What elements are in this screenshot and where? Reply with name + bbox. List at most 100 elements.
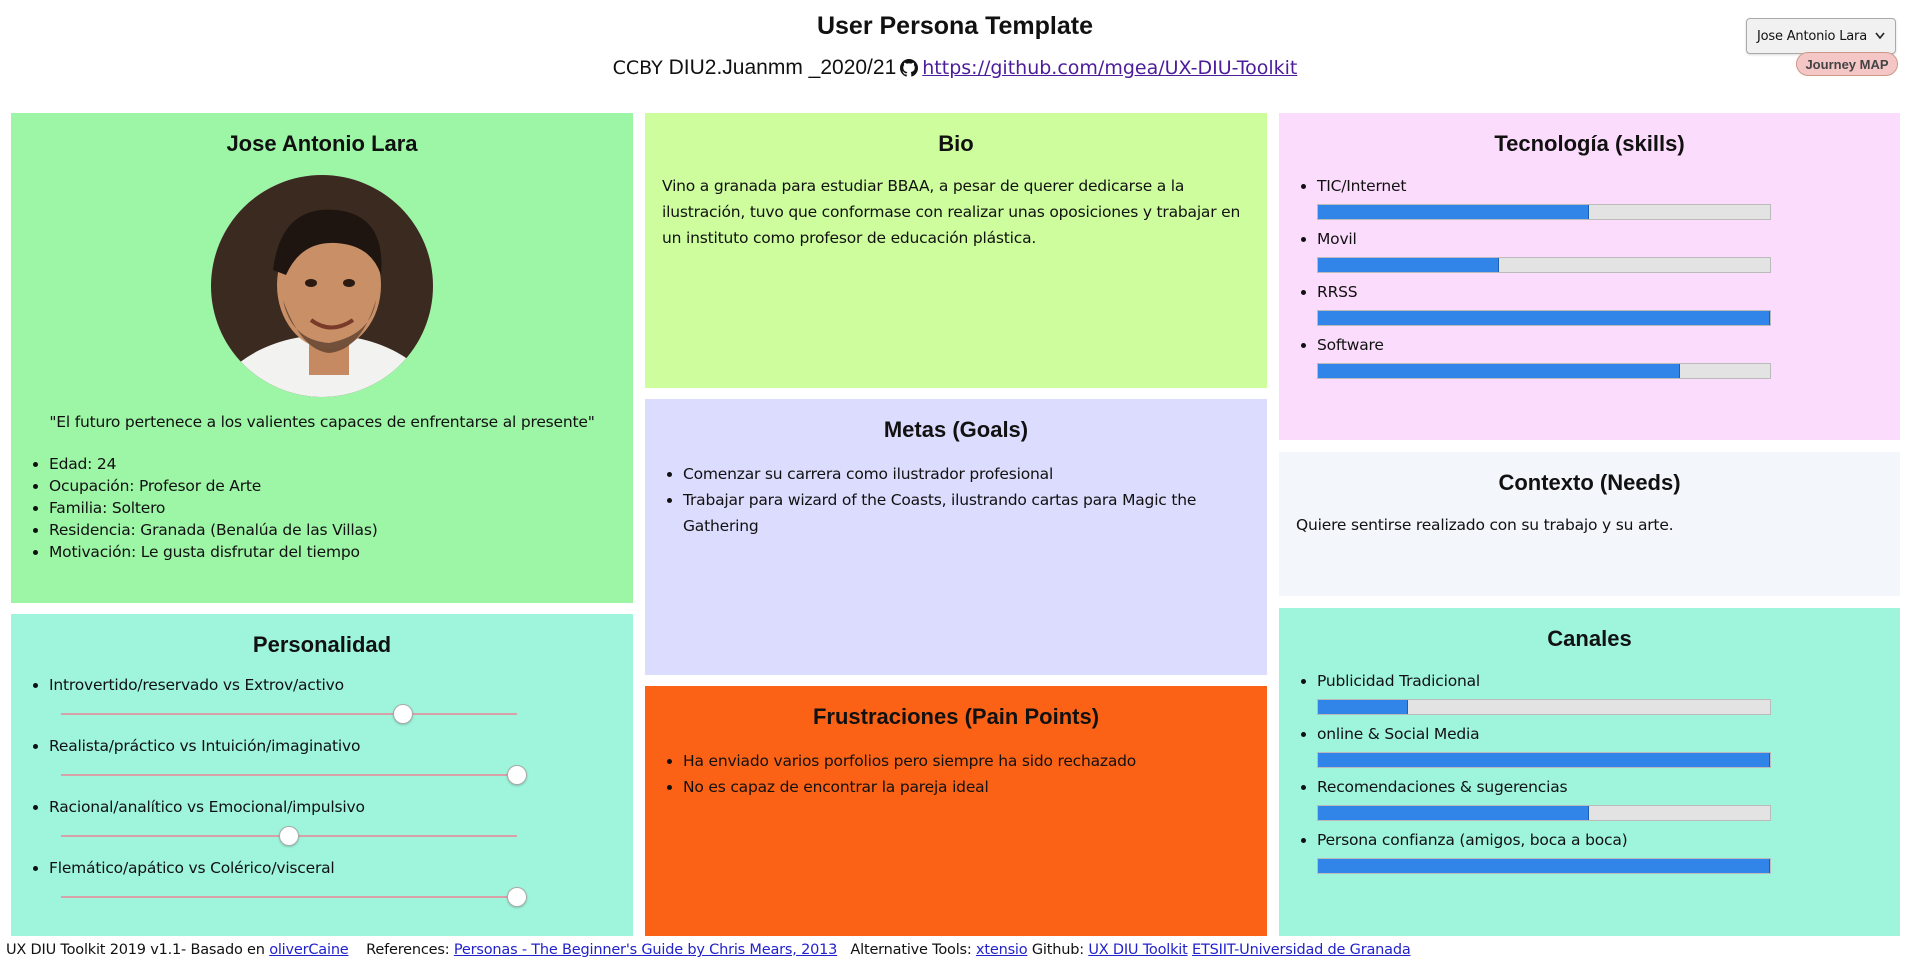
channel-progress-bar xyxy=(1317,858,1771,874)
trait-slider[interactable] xyxy=(61,826,517,846)
bio-card: Bio Vino a granada para estudiar BBAA, a… xyxy=(645,113,1267,388)
profile-card: Jose Antonio Lara "El futuro pertenece a… xyxy=(11,113,633,603)
skill-progress-fill xyxy=(1318,205,1590,219)
page-subtitle: CCBY DIU2.Juanmm _2020/21 https://github.… xyxy=(0,56,1910,83)
skill-label: TIC/Internet xyxy=(1317,177,1407,195)
footer-based-link[interactable]: oliverCaine xyxy=(269,942,349,958)
channel-progress-bar xyxy=(1317,752,1771,768)
chevron-down-icon xyxy=(1875,28,1885,44)
repo-link[interactable]: https://github.com/mgea/UX-DIU-Toolkit xyxy=(922,57,1297,79)
technology-title: Tecnología (skills) xyxy=(1494,131,1685,156)
trait-item: Introvertido/reservado vs Extrov/activo xyxy=(49,676,517,724)
goal-item: Trabajar para wizard of the Coasts, ilus… xyxy=(683,487,1243,539)
skill-item: RRSS xyxy=(1317,283,1771,336)
skill-label: Software xyxy=(1317,336,1384,354)
skill-item: Movil xyxy=(1317,230,1771,283)
channel-item: Publicidad Tradicional xyxy=(1317,672,1771,725)
trait-label: Introvertido/reservado vs Extrov/activo xyxy=(49,676,344,694)
skill-progress-bar xyxy=(1317,310,1771,326)
trait-label: Racional/analítico vs Emocional/impulsiv… xyxy=(49,798,365,816)
personality-card: Personalidad Introvertido/reservado vs E… xyxy=(11,614,633,936)
persona-name: Jose Antonio Lara xyxy=(226,131,418,156)
slider-thumb[interactable] xyxy=(507,765,527,785)
footer-alt-link[interactable]: xtensio xyxy=(976,942,1028,958)
skill-list: TIC/Internet Movil RRSS Software xyxy=(1317,177,1771,389)
skill-label: RRSS xyxy=(1317,283,1358,301)
trait-item: Realista/práctico vs Intuición/imaginati… xyxy=(49,737,527,785)
avatar xyxy=(211,175,433,397)
trait-slider[interactable] xyxy=(61,887,527,907)
profile-detail-motivation: Motivación: Le gusta disfrutar del tiemp… xyxy=(49,543,378,561)
channel-item: Recomendaciones & sugerencias xyxy=(1317,778,1771,831)
github-icon xyxy=(900,59,919,83)
course-label: DIU2.Juanmm _2020/21 xyxy=(668,56,897,79)
footer-github-label: Github: xyxy=(1031,942,1084,958)
goal-item: Comenzar su carrera como ilustrador prof… xyxy=(683,461,1243,487)
skill-progress-fill xyxy=(1318,311,1770,325)
channel-item: Persona confianza (amigos, boca a boca) xyxy=(1317,831,1771,884)
channels-title: Canales xyxy=(1547,626,1632,651)
channel-progress-fill xyxy=(1318,806,1590,820)
pain-points-title: Frustraciones (Pain Points) xyxy=(812,704,1100,729)
journey-map-button[interactable]: Journey MAP xyxy=(1796,52,1898,76)
footer-references-link[interactable]: Personas - The Beginner's Guide by Chris… xyxy=(454,942,838,958)
profile-detail-residence: Residencia: Granada (Benalúa de las Vill… xyxy=(49,521,378,539)
skill-progress-fill xyxy=(1318,364,1680,378)
slider-thumb[interactable] xyxy=(507,887,527,907)
footer-alt-label: Alternative Tools: xyxy=(850,942,972,958)
pain-points-card: Frustraciones (Pain Points) Ha enviado v… xyxy=(645,686,1267,936)
skill-progress-fill xyxy=(1318,258,1499,272)
slider-thumb[interactable] xyxy=(279,826,299,846)
trait-label: Realista/práctico vs Intuición/imaginati… xyxy=(49,737,361,755)
channel-progress-fill xyxy=(1318,753,1770,767)
skill-item: TIC/Internet xyxy=(1317,177,1771,230)
goals-title: Metas (Goals) xyxy=(883,417,1029,442)
context-card: Contexto (Needs) Quiere sentirse realiza… xyxy=(1279,452,1900,596)
channel-progress-bar xyxy=(1317,805,1771,821)
goals-list: Comenzar su carrera como ilustrador prof… xyxy=(683,461,1243,539)
footer-toolkit-text: UX DIU Toolkit 2019 v1.1- Basado en xyxy=(6,942,265,958)
channel-progress-fill xyxy=(1318,700,1409,714)
skill-progress-bar xyxy=(1317,257,1771,273)
technology-card: Tecnología (skills) TIC/Internet Movil R… xyxy=(1279,113,1900,440)
persona-select[interactable]: Jose Antonio Lara xyxy=(1746,18,1896,54)
channel-label: online & Social Media xyxy=(1317,725,1480,743)
channel-label: Recomendaciones & sugerencias xyxy=(1317,778,1568,796)
trait-item: Racional/analítico vs Emocional/impulsiv… xyxy=(49,798,517,846)
pain-points-list: Ha enviado varios porfolios pero siempre… xyxy=(683,748,1243,800)
trait-slider[interactable] xyxy=(61,704,517,724)
channels-card: Canales Publicidad Tradicional online & … xyxy=(1279,608,1900,936)
bio-title: Bio xyxy=(938,131,974,156)
skill-item: Software xyxy=(1317,336,1771,389)
footer: UX DIU Toolkit 2019 v1.1- Basado en oliv… xyxy=(6,942,1411,958)
channel-item: online & Social Media xyxy=(1317,725,1771,778)
channel-label: Publicidad Tradicional xyxy=(1317,672,1481,690)
bio-text: Vino a granada para estudiar BBAA, a pes… xyxy=(662,177,1241,247)
profile-detail-family: Familia: Soltero xyxy=(49,499,378,517)
footer-etsiit-link[interactable]: ETSIIT-Universidad de Granada xyxy=(1192,942,1411,958)
channel-list: Publicidad Tradicional online & Social M… xyxy=(1317,672,1771,884)
skill-progress-bar xyxy=(1317,363,1771,379)
pain-point-item: Ha enviado varios porfolios pero siempre… xyxy=(683,748,1243,774)
persona-quote: "El futuro pertenece a los valientes cap… xyxy=(49,413,595,431)
skill-label: Movil xyxy=(1317,230,1357,248)
context-text: Quiere sentirse realizado con su trabajo… xyxy=(1296,516,1674,534)
profile-details-list: Edad: 24 Ocupación: Profesor de Arte Fam… xyxy=(49,455,378,565)
skill-progress-bar xyxy=(1317,204,1771,220)
context-title: Contexto (Needs) xyxy=(1498,470,1681,495)
trait-label: Flemático/apático vs Colérico/visceral xyxy=(49,859,335,877)
channel-progress-bar xyxy=(1317,699,1771,715)
footer-github-link[interactable]: UX DIU Toolkit xyxy=(1088,942,1187,958)
goals-card: Metas (Goals) Comenzar su carrera como i… xyxy=(645,399,1267,675)
footer-references-label: References: xyxy=(366,942,450,958)
profile-detail-occupation: Ocupación: Profesor de Arte xyxy=(49,477,378,495)
page-title: User Persona Template xyxy=(816,12,1094,40)
channel-progress-fill xyxy=(1318,859,1770,873)
cc-license-text: CCBY xyxy=(612,57,663,79)
trait-slider[interactable] xyxy=(61,765,527,785)
personality-title: Personalidad xyxy=(252,632,392,657)
pain-point-item: No es capaz de encontrar la pareja ideal xyxy=(683,774,1243,800)
profile-detail-age: Edad: 24 xyxy=(49,455,378,473)
slider-thumb[interactable] xyxy=(393,704,413,724)
channel-label: Persona confianza (amigos, boca a boca) xyxy=(1317,831,1628,849)
